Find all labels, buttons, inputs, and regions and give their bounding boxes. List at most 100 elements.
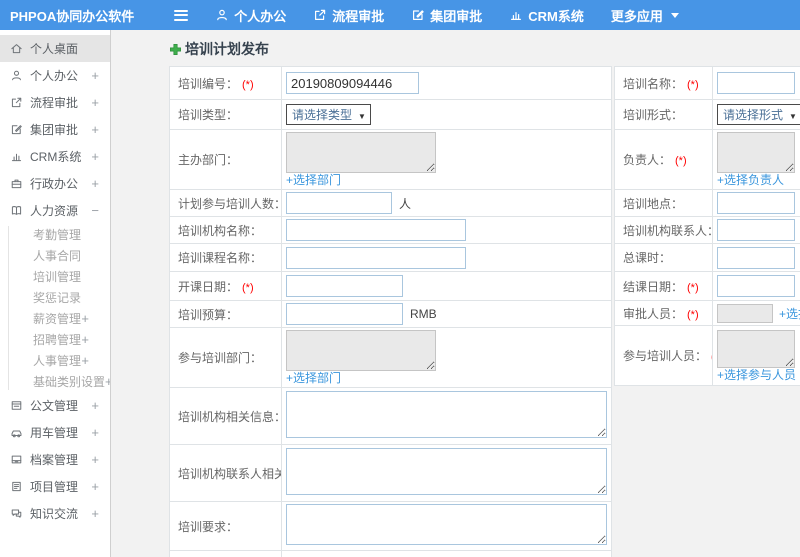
trainee-textarea[interactable]: [717, 329, 795, 368]
expand-plus-icon[interactable]: +: [91, 452, 99, 467]
requirement-textarea[interactable]: [286, 504, 607, 545]
sidebar-item-vehicle-mgmt[interactable]: 用车管理 +: [0, 419, 110, 446]
field-label: 开课日期：: [178, 279, 239, 294]
table-row: 计划参与培训人数：(*) 人: [169, 189, 612, 217]
expand-plus-icon[interactable]: +: [81, 353, 89, 368]
main-content: 培训计划发布 培训编号：(*) 培训类型： 请选择类型 主办部门：: [111, 30, 800, 557]
table-row: 培训机构联系人相关信息：: [169, 444, 612, 502]
hamburger-menu-icon[interactable]: [174, 7, 189, 23]
select-dept-link[interactable]: +选择部门: [286, 174, 607, 187]
sidebar-subitem-salary[interactable]: 薪资管理 +: [0, 308, 110, 329]
table-row: 参与培训部门： +选择部门: [169, 327, 612, 388]
sidebar-item-admin-office[interactable]: 行政办公 +: [0, 170, 110, 197]
sidebar-item-document-mgmt[interactable]: 公文管理 +: [0, 392, 110, 419]
sidebar-subitem-recruit[interactable]: 招聘管理 +: [0, 329, 110, 350]
leader-textarea[interactable]: [717, 132, 795, 173]
field-label: 培训机构相关信息：: [178, 409, 282, 424]
sidebar-subitem-hr-contract[interactable]: 人事合同: [0, 245, 110, 266]
sidebar-item-personal-desktop[interactable]: 个人桌面: [0, 35, 110, 62]
nav-label: 个人办公: [234, 8, 287, 24]
sidebar-item-group-approval[interactable]: 集团审批 +: [0, 116, 110, 143]
join-dept-textarea[interactable]: [286, 330, 436, 371]
field-label: 负责人：: [623, 153, 672, 167]
expand-plus-icon[interactable]: +: [81, 332, 89, 347]
org-info-textarea[interactable]: [286, 391, 607, 438]
sidebar-subitem-base-category[interactable]: 基础类别设置+: [0, 371, 110, 392]
sidebar-item-crm[interactable]: CRM系统 +: [0, 143, 110, 170]
nav-crm-system[interactable]: CRM系统: [509, 6, 584, 25]
field-label: 主办部门：: [178, 153, 239, 167]
expand-plus-icon[interactable]: +: [91, 506, 99, 521]
select-trainee-link[interactable]: +选择参与人员: [717, 368, 800, 382]
nav-label: 集团审批: [430, 8, 483, 24]
table-row: 参与培训人员：(*) +选择参与人员: [614, 325, 800, 386]
sidebar-subitem-training[interactable]: 培训管理: [0, 266, 110, 287]
expand-plus-icon[interactable]: +: [91, 95, 99, 110]
approver-box[interactable]: [717, 303, 773, 323]
sidebar-item-personal-office[interactable]: 个人办公 +: [0, 62, 110, 89]
expand-plus-icon[interactable]: +: [81, 311, 89, 326]
sidebar-item-archive-mgmt[interactable]: 档案管理 +: [0, 446, 110, 473]
top-nav: 个人办公 流程审批 集团审批 CRM系统 更多应用: [215, 6, 679, 25]
training-no-input[interactable]: [286, 72, 419, 94]
planned-count-input[interactable]: [286, 192, 392, 214]
field-label: 总课时：: [623, 251, 672, 265]
user-icon: [12, 70, 21, 81]
sidebar-item-project-mgmt[interactable]: 项目管理 +: [0, 473, 110, 500]
select-dept-link[interactable]: +选择部门: [286, 372, 607, 385]
table-row: 负责人： (*) +选择负责人: [614, 129, 800, 190]
select-leader-link[interactable]: +选择负责人: [717, 174, 800, 187]
sidebar-subitem-attendance[interactable]: 考勤管理: [0, 224, 110, 245]
location-input[interactable]: [717, 192, 795, 214]
sidebar-subitem-rewards[interactable]: 奖惩记录: [0, 287, 110, 308]
home-icon: [11, 44, 22, 54]
sidebar-item-flow-approval[interactable]: 流程审批 +: [0, 89, 110, 116]
nav-group-approval[interactable]: 集团审批: [411, 6, 482, 25]
course-name-input[interactable]: [286, 246, 466, 269]
select-approver-link[interactable]: +选择审批人员: [779, 305, 800, 322]
start-date-input[interactable]: [286, 275, 403, 297]
doc-icon: [11, 401, 22, 410]
expand-plus-icon[interactable]: +: [91, 425, 99, 440]
org-name-input[interactable]: [286, 219, 466, 241]
currency-suffix: RMB: [410, 307, 437, 321]
host-dept-textarea[interactable]: [286, 132, 436, 173]
nav-flow-approval[interactable]: 流程审批: [313, 6, 384, 25]
sidebar-item-knowledge[interactable]: 知识交流 +: [0, 500, 110, 527]
app-logo: PHPOA协同办公软件: [10, 8, 135, 24]
field-label: 培训要求：: [178, 519, 239, 534]
expand-plus-icon[interactable]: +: [91, 176, 99, 191]
expand-plus-icon[interactable]: +: [91, 68, 99, 83]
field-label: 培训类型：: [178, 108, 239, 122]
budget-input[interactable]: [286, 303, 403, 325]
training-form-left-table: 培训编号：(*) 培训类型： 请选择类型 主办部门： +选择部门: [169, 66, 612, 557]
sidebar-subitem-personnel[interactable]: 人事管理 +: [0, 350, 110, 371]
training-form-select[interactable]: 请选择形式: [717, 104, 800, 125]
expand-plus-icon[interactable]: +: [91, 149, 99, 164]
table-row: 审批人员：(*) +选择审批人员: [614, 300, 800, 326]
org-contact-input[interactable]: [717, 219, 795, 241]
cabinet-icon: [11, 179, 22, 189]
org-contact-info-textarea[interactable]: [286, 448, 607, 495]
table-row: 培训编号： (*): [169, 66, 612, 100]
required-mark: (*): [687, 308, 699, 321]
table-row: 培训预算： RMB: [169, 300, 612, 328]
expand-plus-icon[interactable]: +: [91, 398, 99, 413]
field-label: 审批人员：: [623, 306, 684, 321]
table-row: 培训名称： (*): [614, 66, 800, 100]
total-hours-input[interactable]: [717, 246, 795, 269]
nav-label: 更多应用: [610, 8, 663, 24]
nav-more-apps[interactable]: 更多应用: [611, 6, 679, 25]
training-type-select[interactable]: 请选择类型: [286, 104, 371, 125]
training-name-input[interactable]: [717, 72, 795, 94]
table-row: 培训机构联系人：: [614, 216, 800, 244]
field-label: 结课日期：: [623, 279, 684, 294]
collapse-minus-icon[interactable]: −: [91, 203, 99, 218]
page-title: 培训计划发布: [169, 41, 800, 57]
expand-plus-icon[interactable]: +: [91, 479, 99, 494]
nav-personal-office[interactable]: 个人办公: [215, 6, 286, 25]
user-icon: [217, 9, 228, 21]
expand-plus-icon[interactable]: +: [91, 122, 99, 137]
end-date-input[interactable]: [717, 275, 795, 297]
sidebar-item-hr[interactable]: 人力资源 −: [0, 197, 110, 224]
